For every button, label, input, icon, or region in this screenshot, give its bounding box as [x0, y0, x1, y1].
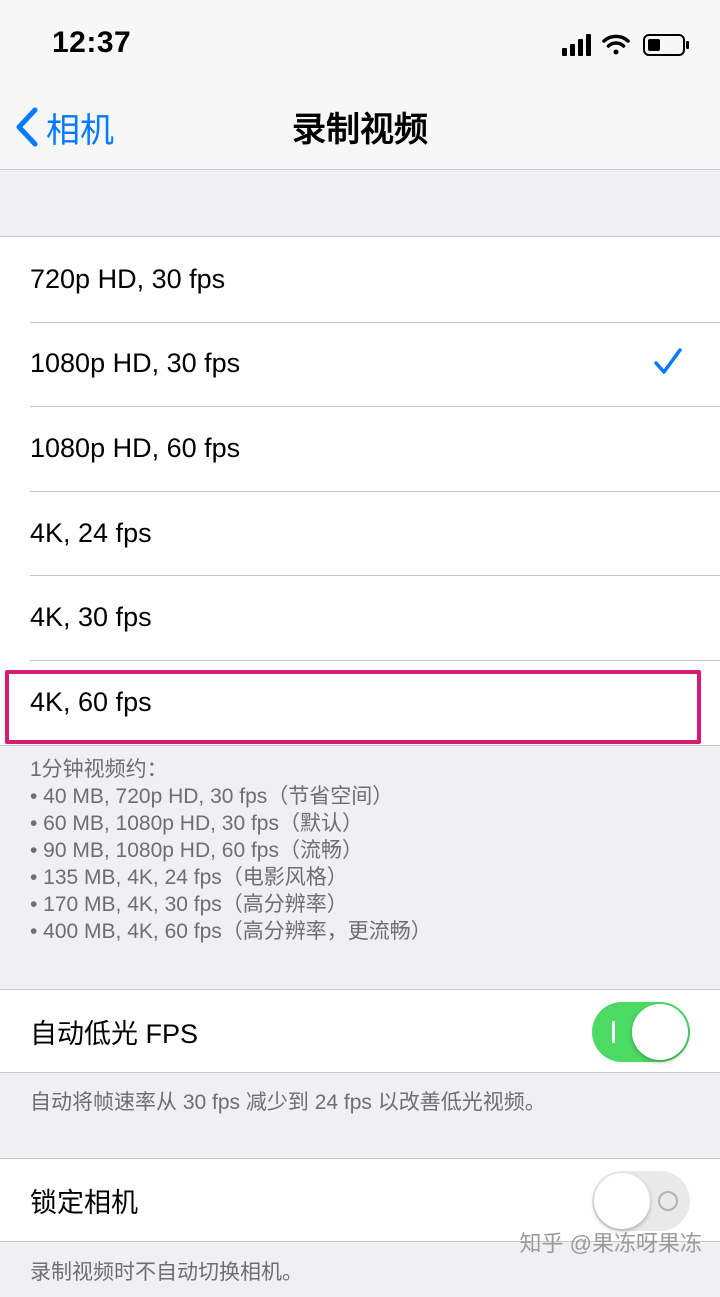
option-label: 1080p HD, 60 fps — [30, 432, 241, 463]
option-row-1080p-30[interactable]: 1080p HD, 30 fps — [0, 321, 720, 407]
option-row-4k-30[interactable]: 4K, 30 fps — [0, 575, 720, 660]
size-note: 1分钟视频约： • 40 MB, 720p HD, 30 fps（节省空间） •… — [30, 756, 700, 945]
status-time: 12:37 — [52, 26, 132, 59]
size-note-line: • 40 MB, 720p HD, 30 fps（节省空间） — [30, 785, 394, 808]
option-label: 4K, 30 fps — [30, 602, 152, 633]
option-row-4k-60[interactable]: 4K, 60 fps — [0, 659, 720, 745]
battery-icon — [643, 34, 689, 56]
auto-low-light-label: 自动低光 FPS — [30, 1018, 199, 1049]
size-note-line: • 170 MB, 4K, 30 fps（高分辨率） — [30, 893, 348, 916]
top-bar: 12:37 相机 录制视频 — [0, 0, 720, 170]
toggle-knob — [632, 1004, 688, 1060]
option-label: 4K, 60 fps — [30, 686, 152, 717]
page-title: 录制视频 — [292, 111, 428, 149]
toggle-knob — [594, 1173, 650, 1229]
checkmark-icon — [654, 347, 682, 374]
toggle-off-mark — [658, 1191, 678, 1211]
option-label: 720p HD, 30 fps — [30, 263, 226, 294]
option-label: 1080p HD, 30 fps — [30, 348, 241, 379]
option-label: 4K, 24 fps — [30, 517, 152, 548]
option-row-1080p-60[interactable]: 1080p HD, 60 fps — [0, 406, 720, 491]
watermark: 知乎 @果冻呀果冻 — [519, 1231, 702, 1256]
lock-camera-label: 锁定相机 — [30, 1187, 138, 1218]
option-row-720p-30[interactable]: 720p HD, 30 fps — [0, 237, 720, 322]
auto-low-light-note: 自动将帧速率从 30 fps 减少到 24 fps 以改善低光视频。 — [30, 1091, 546, 1114]
auto-low-light-toggle[interactable] — [592, 1002, 690, 1062]
size-note-line: • 400 MB, 4K, 60 fps（高分辨率，更流畅） — [30, 920, 432, 943]
settings-screen: 12:37 相机 录制视频 720p HD, 30 fps 1080p HD, … — [0, 0, 720, 1297]
size-note-line: • 135 MB, 4K, 24 fps（电影风格） — [30, 866, 348, 889]
size-note-line: • 60 MB, 1080p HD, 30 fps（默认） — [30, 812, 363, 835]
lock-camera-toggle[interactable] — [592, 1171, 690, 1231]
signal-icon — [562, 34, 591, 56]
lock-camera-note: 录制视频时不自动切换相机。 — [30, 1261, 303, 1284]
size-note-line: • 90 MB, 1080p HD, 60 fps（流畅） — [30, 839, 363, 862]
resolution-list: 720p HD, 30 fps 1080p HD, 30 fps 1080p H… — [0, 236, 720, 746]
wifi-icon — [602, 34, 630, 55]
auto-low-light-row: 自动低光 FPS — [0, 989, 720, 1073]
toggle-on-mark — [612, 1021, 615, 1043]
size-note-heading: 1分钟视频约： — [30, 758, 168, 781]
option-row-4k-24[interactable]: 4K, 24 fps — [0, 490, 720, 576]
status-icons — [562, 30, 692, 60]
